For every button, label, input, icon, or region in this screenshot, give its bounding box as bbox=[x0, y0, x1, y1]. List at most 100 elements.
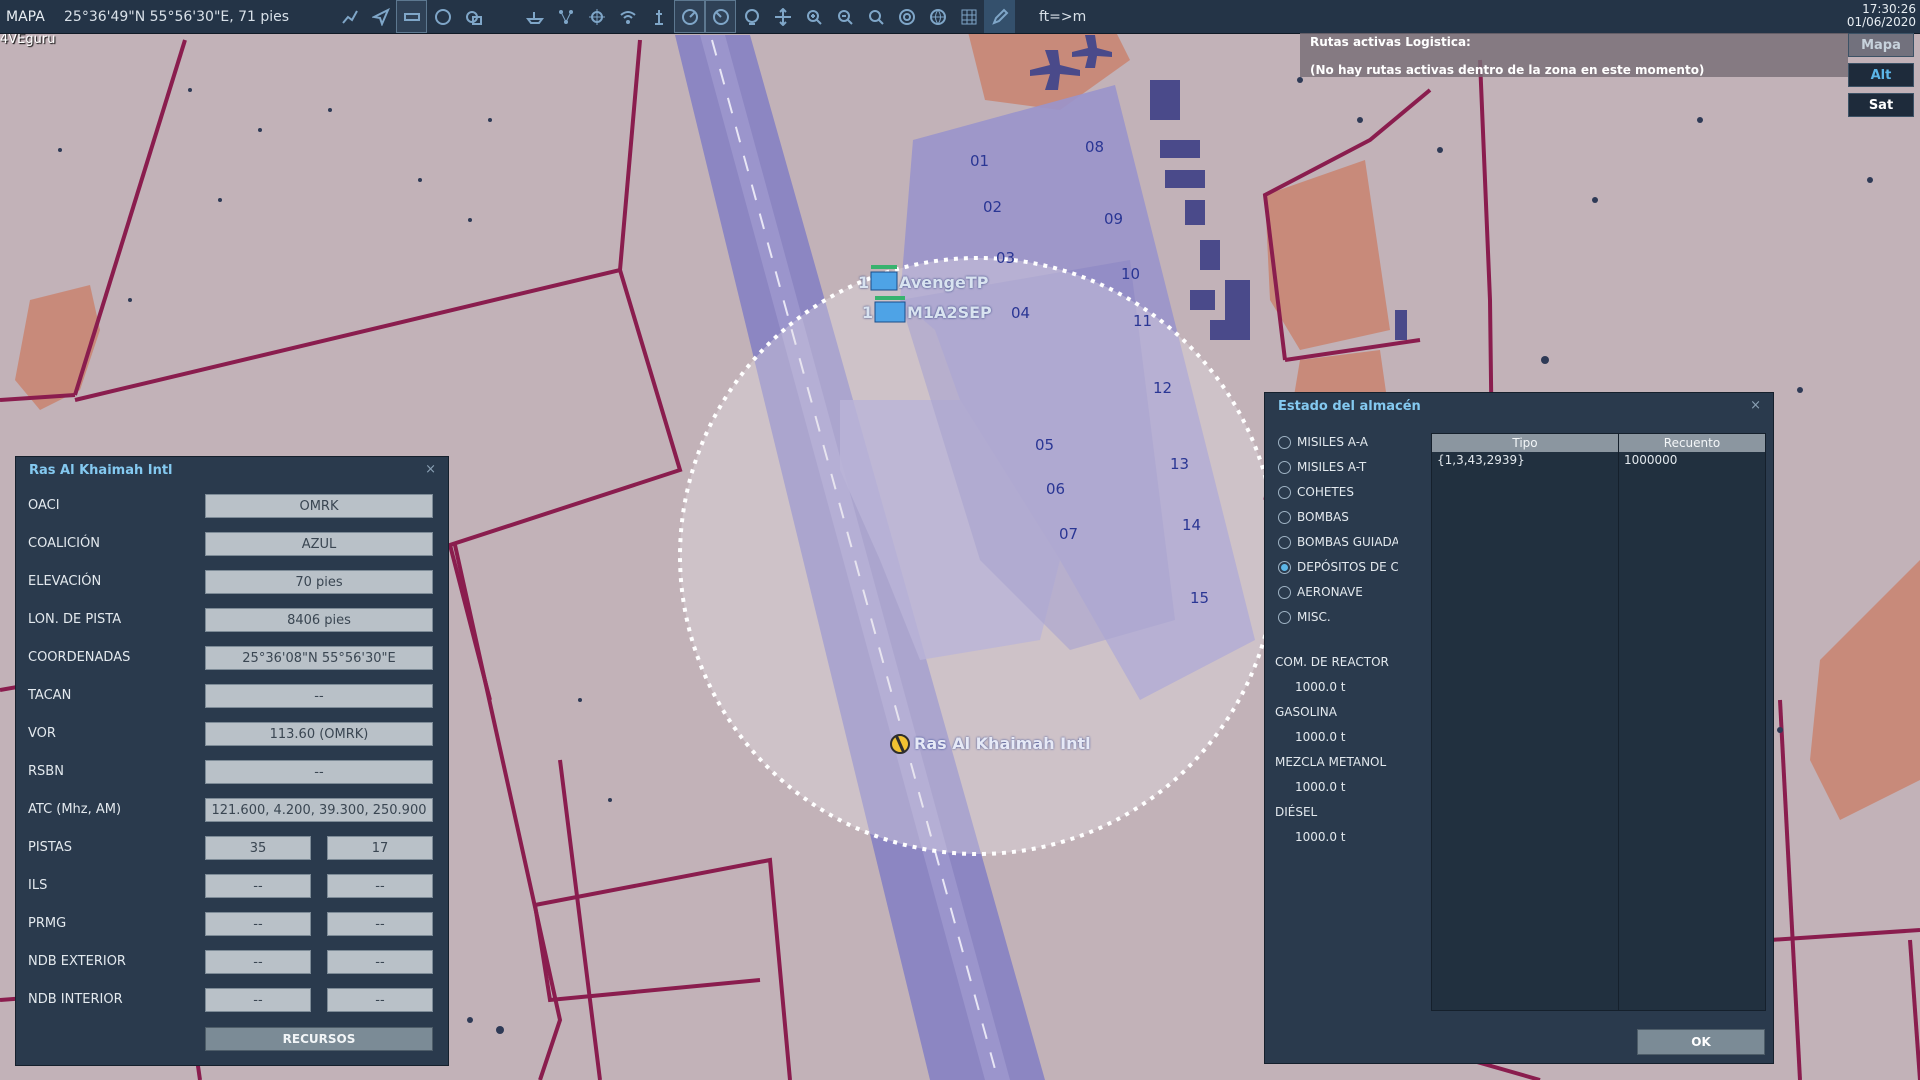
runway-length-field: 8406 pies bbox=[205, 608, 433, 632]
gate-label: 01 bbox=[970, 152, 990, 170]
ok-button[interactable]: OK bbox=[1637, 1029, 1765, 1055]
unit-label-avenger[interactable]: AvengeTP bbox=[899, 273, 988, 292]
radio-icon[interactable] bbox=[1278, 610, 1291, 624]
globe-icon[interactable] bbox=[922, 0, 953, 33]
map-type-sat-button[interactable]: Sat bbox=[1848, 93, 1914, 117]
runways-label: PISTAS bbox=[28, 840, 73, 855]
radio-icon[interactable] bbox=[1278, 485, 1291, 499]
category-radio-at-missiles[interactable]: MISILES A-T bbox=[1278, 458, 1398, 476]
category-radio-fuel-tanks[interactable]: DEPÓSITOS DE CO bbox=[1278, 558, 1398, 576]
target-icon[interactable] bbox=[581, 0, 612, 33]
atc-field: 121.600, 4.200, 39.300, 250.900 bbox=[205, 798, 433, 822]
fuel-diesel-value: 1000.0 t bbox=[1295, 830, 1346, 844]
vor-field: 113.60 (OMRK) bbox=[205, 722, 433, 746]
rsbn-field: -- bbox=[205, 760, 433, 784]
prmg-b-field: -- bbox=[327, 912, 433, 936]
runway-length-label: LON. DE PISTA bbox=[28, 612, 122, 627]
gate-label: 08 bbox=[1085, 138, 1105, 156]
unit-avenger-icon bbox=[870, 271, 898, 291]
clock-date: 01/06/2020 bbox=[1846, 15, 1916, 29]
table-header-type[interactable]: Tipo bbox=[1432, 434, 1618, 452]
plane-send-icon[interactable] bbox=[365, 0, 396, 33]
pencil-icon[interactable] bbox=[984, 0, 1015, 33]
coalition-field: AZUL bbox=[205, 532, 433, 556]
bullseye-icon[interactable] bbox=[891, 0, 922, 33]
radio-selected-icon[interactable] bbox=[1278, 560, 1291, 574]
radio-icon[interactable] bbox=[1278, 435, 1291, 449]
gate-label: 13 bbox=[1170, 455, 1190, 473]
top-toolbar: MAPA 25°36'49"N 55°56'30"E, 71 pies ft=>… bbox=[0, 0, 1920, 34]
vor-label: VOR bbox=[28, 726, 56, 741]
zoom-in-icon[interactable] bbox=[798, 0, 829, 33]
logistics-message: (No hay rutas activas dentro de la zona … bbox=[1310, 63, 1705, 77]
ship-icon[interactable] bbox=[519, 0, 550, 33]
radio-icon[interactable] bbox=[1278, 585, 1291, 599]
runway-a-field: 35 bbox=[205, 836, 311, 860]
table-header-count[interactable]: Recuento bbox=[1619, 434, 1765, 452]
tower-icon[interactable] bbox=[643, 0, 674, 33]
fuel-jet-label: COM. DE REACTOR bbox=[1275, 655, 1389, 669]
category-radio-guided-bombs[interactable]: BOMBAS GUIADA bbox=[1278, 533, 1398, 551]
prmg-label: PRMG bbox=[28, 916, 67, 931]
units-toggle[interactable]: ft=>m bbox=[1039, 9, 1086, 25]
wifi-icon[interactable] bbox=[612, 0, 643, 33]
category-radio-aa-missiles[interactable]: MISILES A-A bbox=[1278, 433, 1398, 451]
radio-icon[interactable] bbox=[1278, 460, 1291, 474]
close-icon[interactable]: × bbox=[425, 462, 436, 477]
map-type-switcher: Mapa Alt Sat bbox=[1848, 33, 1920, 123]
grid-icon[interactable] bbox=[953, 0, 984, 33]
route-icon[interactable] bbox=[334, 0, 365, 33]
gate-label: 02 bbox=[983, 198, 1003, 216]
radar-icon[interactable] bbox=[674, 0, 705, 33]
unit-label-m1a2[interactable]: M1A2SEP bbox=[907, 303, 992, 322]
warehouse-table: Tipo Recuento {1,3,43,2939} 1000000 bbox=[1431, 433, 1766, 1011]
zoom-fit-icon[interactable] bbox=[860, 0, 891, 33]
circle-icon[interactable] bbox=[427, 0, 458, 33]
resources-button[interactable]: RECURSOS bbox=[205, 1027, 433, 1051]
unit-count-avenger: 1 bbox=[858, 273, 870, 292]
gate-label: 09 bbox=[1104, 210, 1124, 228]
ndb-inner-a-field: -- bbox=[205, 988, 311, 1012]
radio-icon[interactable] bbox=[1278, 510, 1291, 524]
ils-a-field: -- bbox=[205, 874, 311, 898]
airport-map-label[interactable]: Ras Al Khaimah Intl bbox=[914, 734, 1091, 753]
elevation-label: ELEVACIÓN bbox=[28, 574, 102, 589]
unit-m1a2-icon bbox=[874, 301, 906, 323]
table-cell-type[interactable]: {1,3,43,2939} bbox=[1437, 453, 1525, 467]
network-icon[interactable] bbox=[550, 0, 581, 33]
gate-label: 03 bbox=[996, 249, 1016, 267]
coalition-label: COALICIÓN bbox=[28, 536, 100, 551]
gate-label: 05 bbox=[1035, 436, 1055, 454]
airport-panel-title: Ras Al Khaimah Intl bbox=[29, 463, 173, 478]
app-label[interactable]: MAPA bbox=[0, 9, 64, 25]
fuel-gasoline-label: GASOLINA bbox=[1275, 705, 1337, 719]
category-radio-misc[interactable]: MISC. bbox=[1278, 608, 1398, 626]
close-icon[interactable]: × bbox=[1750, 398, 1761, 413]
radio-icon[interactable] bbox=[1278, 535, 1291, 549]
gate-label: 14 bbox=[1182, 516, 1202, 534]
zoom-out-icon[interactable] bbox=[829, 0, 860, 33]
radar3-icon[interactable] bbox=[736, 0, 767, 33]
layers-icon[interactable] bbox=[458, 0, 489, 33]
category-radio-bombs[interactable]: BOMBAS bbox=[1278, 508, 1398, 526]
category-radio-aircraft[interactable]: AERONAVE bbox=[1278, 583, 1398, 601]
fuel-methanol-label: MEZCLA METANOL bbox=[1275, 755, 1387, 769]
map-type-alt-button[interactable]: Alt bbox=[1848, 63, 1914, 87]
tape-icon[interactable] bbox=[396, 0, 427, 33]
map-type-mapa-button[interactable]: Mapa bbox=[1848, 33, 1914, 57]
gate-label: 15 bbox=[1190, 589, 1210, 607]
category-radio-rockets[interactable]: COHETES bbox=[1278, 483, 1398, 501]
fuel-methanol-value: 1000.0 t bbox=[1295, 780, 1346, 794]
logistics-title: Rutas activas Logistica: bbox=[1310, 35, 1471, 49]
unit-count-m1a2: 1 bbox=[862, 303, 874, 322]
coordinates-label: COORDENADAS bbox=[28, 650, 131, 665]
move-icon[interactable] bbox=[767, 0, 798, 33]
elevation-field: 70 pies bbox=[205, 570, 433, 594]
radar2-icon[interactable] bbox=[705, 0, 736, 33]
ils-label: ILS bbox=[28, 878, 48, 893]
ndb-inner-b-field: -- bbox=[327, 988, 433, 1012]
fuel-diesel-label: DIÉSEL bbox=[1275, 805, 1318, 819]
prmg-a-field: -- bbox=[205, 912, 311, 936]
table-cell-count[interactable]: 1000000 bbox=[1624, 453, 1677, 467]
fuel-gasoline-value: 1000.0 t bbox=[1295, 730, 1346, 744]
